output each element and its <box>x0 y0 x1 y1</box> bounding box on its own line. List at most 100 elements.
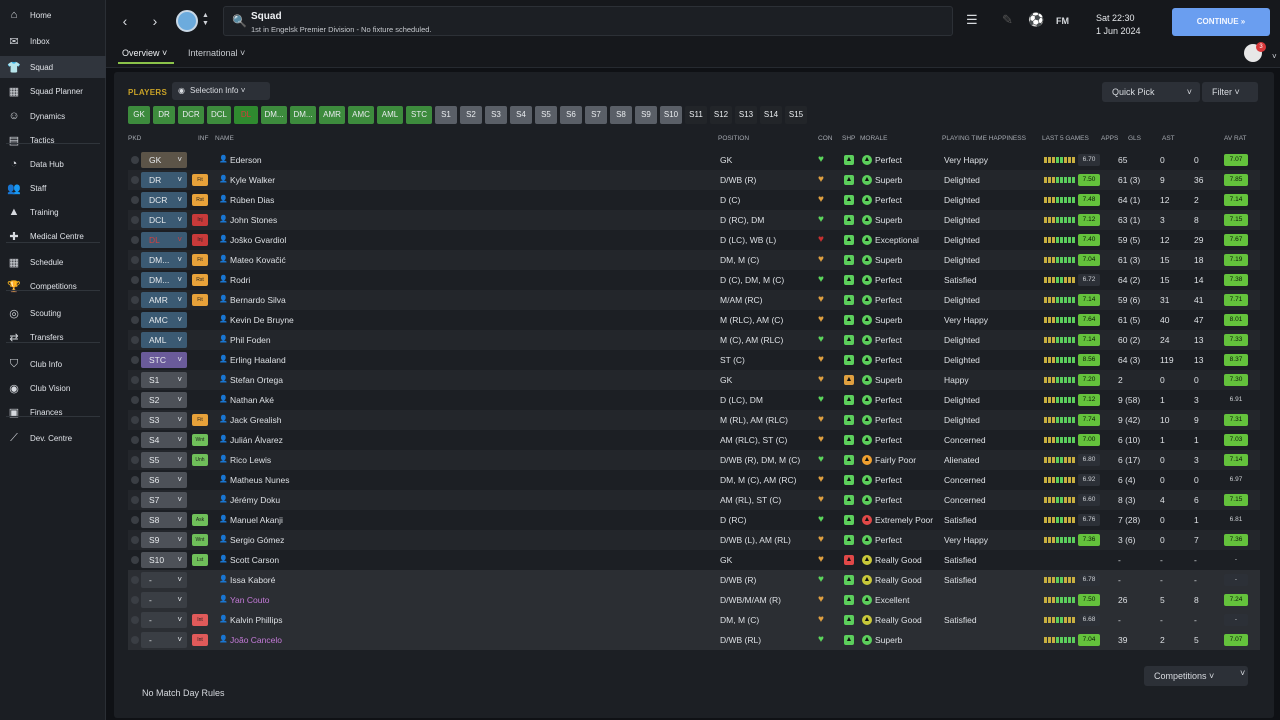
selection-slot-dropdown[interactable]: DCR ˅ <box>141 192 187 208</box>
pick-toggle[interactable] <box>131 236 139 244</box>
player-name[interactable]: Kevin De Bruyne <box>230 310 294 330</box>
pick-toggle[interactable] <box>131 436 139 444</box>
sidebar-item-transfers[interactable]: ⇄ Transfers <box>0 326 106 348</box>
selection-slot-dropdown[interactable]: S6 ˅ <box>141 472 187 488</box>
table-row[interactable]: - ˅ 👤 Yan Couto D/WB/M/AM (R) ♥ ▲ ▲ Excellent 7.5… <box>128 590 1260 610</box>
sidebar-item-data-hub[interactable]: ◔ Data Hub <box>0 153 106 175</box>
position-chip[interactable]: S12 <box>710 106 732 124</box>
expand-icon[interactable]: ˅ <box>1272 52 1277 61</box>
player-name[interactable]: Jack Grealish <box>230 410 282 430</box>
position-chip[interactable]: S11 <box>685 106 707 124</box>
menu-icon[interactable]: ☰ <box>966 12 978 28</box>
pick-toggle[interactable] <box>131 276 139 284</box>
selection-slot-dropdown[interactable]: AMR ˅ <box>141 292 187 308</box>
position-chip[interactable]: S6 <box>560 106 582 124</box>
position-chip[interactable]: S1 <box>435 106 457 124</box>
pick-toggle[interactable] <box>131 396 139 404</box>
football-icon[interactable]: ⚽ <box>1028 12 1044 28</box>
player-name[interactable]: Joško Gvardiol <box>230 230 286 250</box>
selection-slot-dropdown[interactable]: S3 ˅ <box>141 412 187 428</box>
player-name[interactable]: Erling Haaland <box>230 350 286 370</box>
player-name[interactable]: Yan Couto <box>230 590 270 610</box>
position-chip[interactable]: S9 <box>635 106 657 124</box>
position-chip[interactable]: S10 <box>660 106 682 124</box>
selection-slot-dropdown[interactable]: STC ˅ <box>141 352 187 368</box>
table-row[interactable]: AML ˅ 👤 Phil Foden M (C), AM (RLC) ♥ ▲ ▲ Perfect… <box>128 330 1260 350</box>
back-icon[interactable]: ‹ <box>116 12 134 30</box>
position-chip[interactable]: AMR <box>319 106 345 124</box>
table-row[interactable]: DL ˅ Inj 👤 Joško Gvardiol D (LC), WB (L) ♥ ▲ ▲ Ex… <box>128 230 1260 250</box>
position-chip[interactable]: DM... <box>261 106 287 124</box>
selection-slot-dropdown[interactable]: S8 ˅ <box>141 512 187 528</box>
forward-icon[interactable]: › <box>146 12 164 30</box>
position-chip[interactable]: S3 <box>485 106 507 124</box>
pick-toggle[interactable] <box>131 596 139 604</box>
sidebar-item-training[interactable]: ▲ Training <box>0 201 106 223</box>
column-header-morale[interactable]: MORALE <box>860 135 887 142</box>
selection-slot-dropdown[interactable]: DCL ˅ <box>141 212 187 228</box>
pick-toggle[interactable] <box>131 616 139 624</box>
table-row[interactable]: - ˅ Int 👤 João Cancelo D/WB (RL) ♥ ▲ ▲ Superb 7.04… <box>128 630 1260 650</box>
column-header-apps[interactable]: APPS <box>1101 135 1118 142</box>
pick-toggle[interactable] <box>131 156 139 164</box>
player-name[interactable]: João Cancelo <box>230 630 282 650</box>
sidebar-item-inbox[interactable]: ✉ Inbox <box>0 30 106 52</box>
column-header-gls[interactable]: GLS <box>1128 135 1141 142</box>
position-chip[interactable]: S15 <box>785 106 807 124</box>
player-name[interactable]: Kalvin Phillips <box>230 610 282 630</box>
pick-toggle[interactable] <box>131 296 139 304</box>
table-row[interactable]: DCR ˅ Rst 👤 Rúben Dias D (C) ♥ ▲ ▲ Perfect Delight… <box>128 190 1260 210</box>
pick-toggle[interactable] <box>131 336 139 344</box>
selection-slot-dropdown[interactable]: DR ˅ <box>141 172 187 188</box>
fm-logo[interactable]: FM <box>1056 16 1069 26</box>
position-chip[interactable]: S13 <box>735 106 757 124</box>
position-chip[interactable]: AML <box>377 106 403 124</box>
position-chip[interactable]: DL <box>234 106 258 124</box>
quick-pick-button[interactable]: Quick Pick ˅ <box>1102 82 1200 102</box>
player-name[interactable]: Ederson <box>230 150 262 170</box>
table-row[interactable]: AMC ˅ 👤 Kevin De Bruyne M (RLC), AM (C) ♥ ▲ ▲ Su… <box>128 310 1260 330</box>
selection-slot-dropdown[interactable]: S9 ˅ <box>141 532 187 548</box>
player-name[interactable]: Matheus Nunes <box>230 470 290 490</box>
player-name[interactable]: Issa Kaboré <box>230 570 275 590</box>
table-row[interactable]: DR ˅ Fit 👤 Kyle Walker D/WB (R) ♥ ▲ ▲ Superb Delig… <box>128 170 1260 190</box>
player-name[interactable]: Sergio Gómez <box>230 530 284 550</box>
column-header-name[interactable]: NAME <box>215 135 234 142</box>
pick-toggle[interactable] <box>131 576 139 584</box>
player-name[interactable]: Phil Foden <box>230 330 271 350</box>
table-row[interactable]: S10 ˅ Lst 👤 Scott Carson GK ♥ ▲ ▲ Really Good Sati… <box>128 550 1260 570</box>
column-header-avrat[interactable]: AV RAT <box>1224 135 1247 142</box>
sidebar-item-squad-planner[interactable]: ▦ Squad Planner <box>0 80 106 102</box>
pick-toggle[interactable] <box>131 416 139 424</box>
player-name[interactable]: Rico Lewis <box>230 450 271 470</box>
sidebar-item-schedule[interactable]: ▦ Schedule <box>0 251 106 273</box>
continue-button[interactable]: CONTINUE » <box>1172 8 1270 36</box>
pick-toggle[interactable] <box>131 376 139 384</box>
table-row[interactable]: DCL ˅ Inj 👤 John Stones D (RC), DM ♥ ▲ ▲ Superb De… <box>128 210 1260 230</box>
player-name[interactable]: Julián Álvarez <box>230 430 283 450</box>
table-row[interactable]: S4 ˅ Wnt 👤 Julián Álvarez AM (RLC), ST (C) ♥ ▲ ▲… <box>128 430 1260 450</box>
column-header-position[interactable]: POSITION <box>718 135 749 142</box>
table-row[interactable]: STC ˅ 👤 Erling Haaland ST (C) ♥ ▲ ▲ Perfect Delig… <box>128 350 1260 370</box>
column-header-ast[interactable]: AST <box>1162 135 1175 142</box>
column-header-shp[interactable]: SHP <box>842 135 855 142</box>
pick-toggle[interactable] <box>131 636 139 644</box>
column-header-pkd[interactable]: PKD <box>128 135 141 142</box>
position-chip[interactable]: DR <box>153 106 175 124</box>
table-row[interactable]: S2 ˅ 👤 Nathan Aké D (LC), DM ♥ ▲ ▲ Perfect Deligh… <box>128 390 1260 410</box>
position-chip[interactable]: AMC <box>348 106 374 124</box>
position-chip[interactable]: DCL <box>207 106 231 124</box>
position-chip[interactable]: S8 <box>610 106 632 124</box>
player-name[interactable]: Rúben Dias <box>230 190 274 210</box>
selection-slot-dropdown[interactable]: S2 ˅ <box>141 392 187 408</box>
pick-toggle[interactable] <box>131 536 139 544</box>
pick-toggle[interactable] <box>131 496 139 504</box>
sidebar-item-club-info[interactable]: ⛉ Club Info <box>0 353 106 375</box>
selection-slot-dropdown[interactable]: - ˅ <box>141 572 187 588</box>
club-badge-icon[interactable] <box>176 10 198 32</box>
table-row[interactable]: GK ˅ 👤 Ederson GK ♥ ▲ ▲ Perfect Very Happy 6.70 65 0… <box>128 150 1260 170</box>
filter-button[interactable]: Filter ˅ <box>1202 82 1258 102</box>
selection-slot-dropdown[interactable]: S7 ˅ <box>141 492 187 508</box>
pick-toggle[interactable] <box>131 216 139 224</box>
selection-slot-dropdown[interactable]: AML ˅ <box>141 332 187 348</box>
